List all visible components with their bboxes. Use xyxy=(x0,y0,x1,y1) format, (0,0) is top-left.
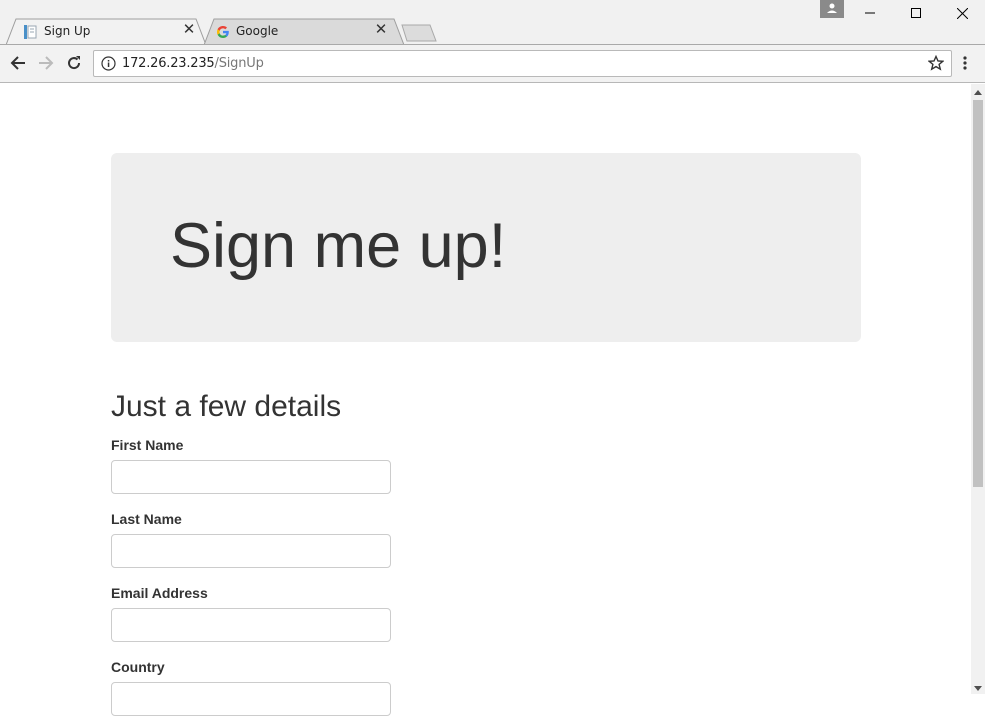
scroll-down-icon[interactable] xyxy=(971,682,985,694)
email-input[interactable] xyxy=(111,608,391,642)
country-label: Country xyxy=(111,659,165,675)
url-path: /SignUp xyxy=(214,56,264,71)
tab-title: Sign Up xyxy=(44,24,91,38)
close-window-icon[interactable] xyxy=(939,0,985,26)
last-name-label: Last Name xyxy=(111,511,182,527)
hero-banner: Sign me up! xyxy=(111,153,861,342)
email-label: Email Address xyxy=(111,585,208,601)
first-name-label: First Name xyxy=(111,437,184,453)
scroll-up-icon[interactable] xyxy=(971,86,985,98)
page-icon xyxy=(23,25,37,39)
tab-google[interactable]: Google ✕ xyxy=(204,18,404,45)
new-tab-button[interactable] xyxy=(400,24,438,42)
info-icon[interactable] xyxy=(101,56,116,76)
first-name-input[interactable] xyxy=(111,460,391,494)
back-icon[interactable] xyxy=(8,53,28,73)
last-name-input[interactable] xyxy=(111,534,391,568)
hero-title: Sign me up! xyxy=(170,211,507,281)
tab-title: Google xyxy=(236,24,279,38)
url-host: 172.26.23.235 xyxy=(122,56,215,71)
minimize-icon[interactable] xyxy=(847,0,893,26)
page-viewport: Sign me up! Just a few details First Nam… xyxy=(0,84,985,716)
maximize-icon[interactable] xyxy=(893,0,939,26)
address-bar[interactable]: 172.26.23.235/SignUp xyxy=(93,50,952,77)
page-scrollbar[interactable] xyxy=(971,84,985,694)
menu-icon[interactable] xyxy=(962,55,968,76)
google-icon xyxy=(216,25,230,39)
forward-icon[interactable] xyxy=(36,53,56,73)
close-icon[interactable]: ✕ xyxy=(374,22,388,37)
scroll-thumb[interactable] xyxy=(973,100,983,487)
country-input[interactable] xyxy=(111,682,391,716)
browser-titlebar: Sign Up ✕ Google ✕ xyxy=(0,0,985,46)
close-icon[interactable]: ✕ xyxy=(182,22,196,37)
section-title: Just a few details xyxy=(111,390,342,423)
profile-icon[interactable] xyxy=(820,0,844,18)
reload-icon[interactable] xyxy=(64,53,84,73)
tab-sign-up[interactable]: Sign Up ✕ xyxy=(6,18,206,45)
bookmark-star-icon[interactable] xyxy=(927,54,945,76)
url-text: 172.26.23.235/SignUp xyxy=(122,56,264,71)
browser-toolbar: 172.26.23.235/SignUp xyxy=(0,45,985,83)
